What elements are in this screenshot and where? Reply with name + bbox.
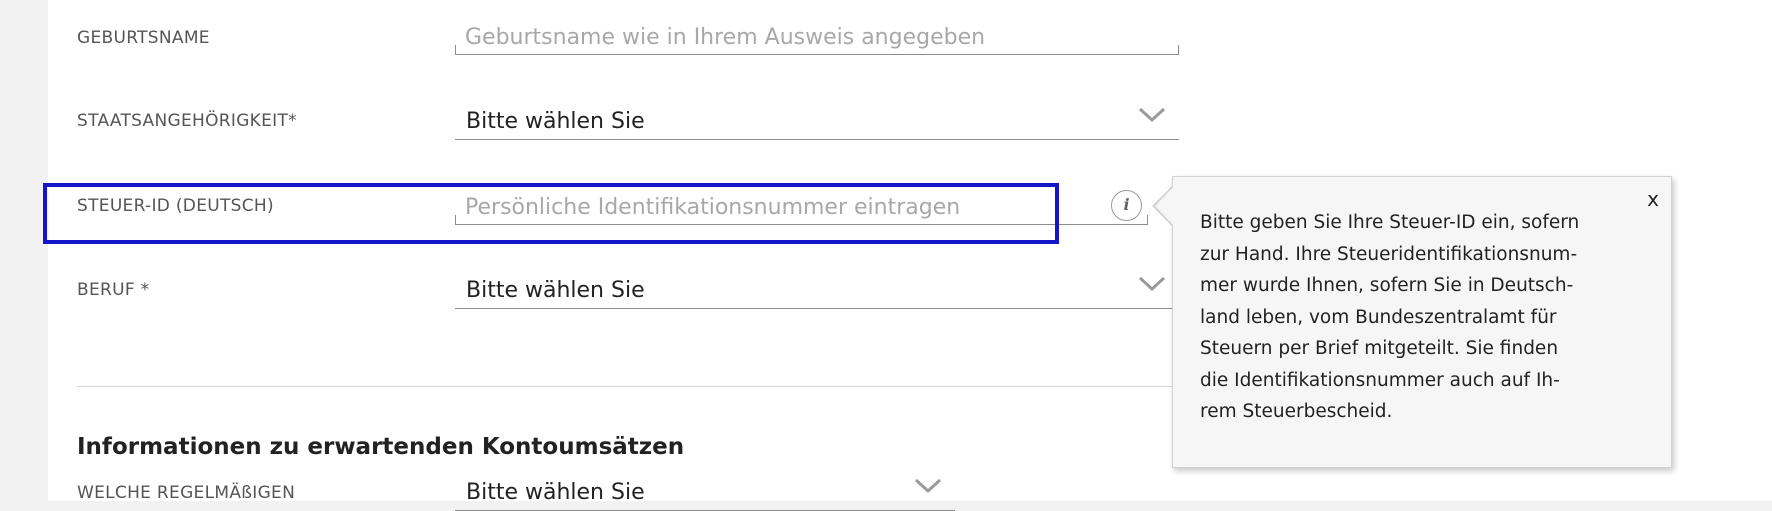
birth-name-label: GEBURTSNAME: [77, 28, 210, 48]
chevron-down-icon[interactable]: [913, 476, 943, 496]
occupation-label: BERUF *: [77, 280, 150, 300]
tooltip-line: rem Steuerbescheid.: [1200, 401, 1393, 422]
section-divider: [77, 386, 1227, 387]
birth-name-input[interactable]: [465, 22, 1155, 52]
tooltip-line: Bitte geben Sie Ihre Steuer-ID ein, sofe…: [1200, 212, 1580, 233]
tax-id-highlight: [43, 183, 1059, 244]
tooltip-arrow-fill: [1155, 185, 1175, 227]
chevron-down-icon[interactable]: [1137, 105, 1167, 125]
tooltip-line: Steuern per Brief mitgeteilt. Sie finden: [1200, 338, 1559, 359]
birth-name-field[interactable]: [455, 22, 1179, 55]
nationality-label: STAATSANGEHÖRIGKEIT*: [77, 111, 297, 131]
nationality-select-value: Bitte wählen Sie: [466, 109, 645, 134]
occupation-select-value: Bitte wählen Sie: [466, 278, 645, 303]
info-icon[interactable]: i: [1111, 190, 1142, 221]
tax-id-tooltip: x Bitte geben Sie Ihre Steuer-ID ein, so…: [1172, 176, 1672, 468]
tooltip-text: Bitte geben Sie Ihre Steuer-ID ein, sofe…: [1200, 207, 1660, 428]
regular-transactions-label: WELCHE REGELMÄßIGEN: [77, 483, 296, 503]
tooltip-line: mer wurde Ihnen, sofern Sie in Deutsch-: [1200, 275, 1574, 296]
section-title: Informationen zu erwartenden Kontoumsätz…: [77, 434, 685, 460]
info-icon-glyph: i: [1123, 195, 1130, 214]
regular-transactions-select-value: Bitte wählen Sie: [466, 480, 645, 505]
tooltip-line: die Identifikationsnummer auch auf Ih-: [1200, 369, 1560, 391]
regular-transactions-select[interactable]: Bitte wählen Sie: [455, 478, 955, 511]
tooltip-line: land leben, vom Bundeszentralamt für: [1200, 306, 1557, 328]
tooltip-line: zur Hand. Ihre Steueridentifikationsnum-: [1200, 243, 1578, 265]
occupation-select[interactable]: Bitte wählen Sie: [455, 276, 1179, 309]
chevron-down-icon[interactable]: [1137, 274, 1167, 294]
nationality-select[interactable]: Bitte wählen Sie: [455, 107, 1179, 140]
